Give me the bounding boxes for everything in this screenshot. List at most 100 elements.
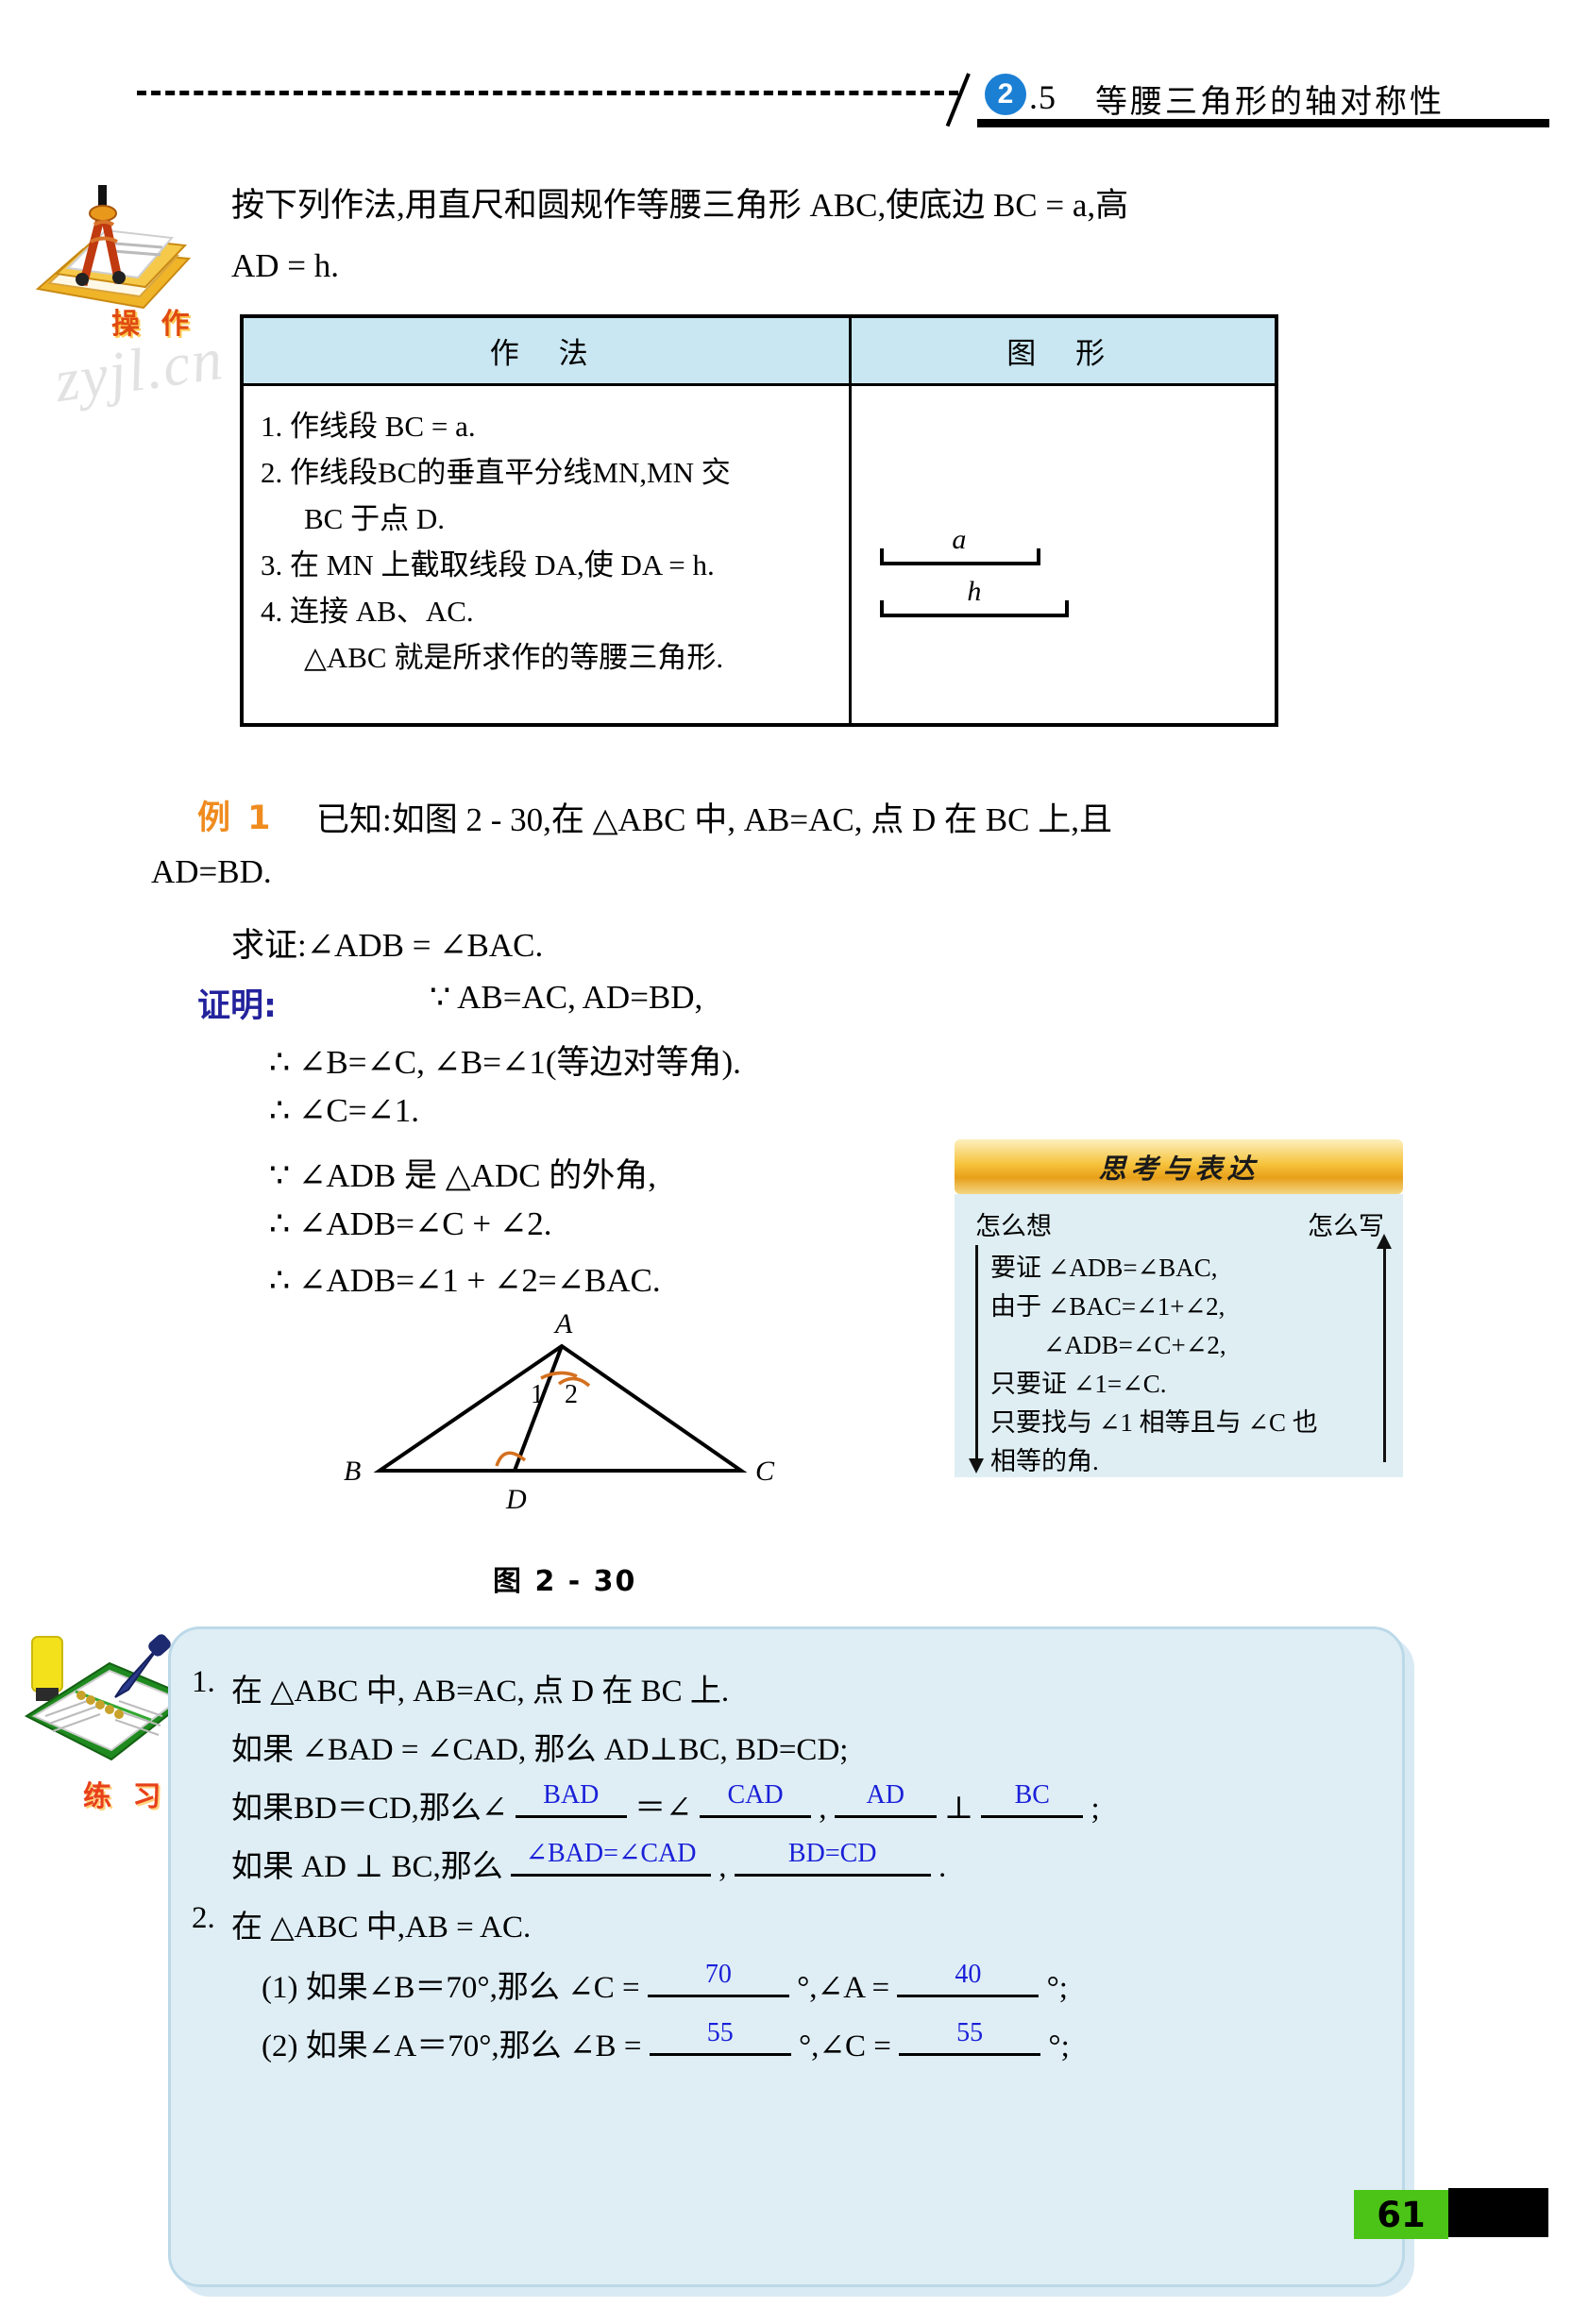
q1-l4-end: . (938, 1850, 947, 1884)
practice-q1-line-4: 如果 AD ⊥ BC,那么 ∠BAD=∠CAD , BD=CD . (231, 1839, 947, 1886)
q2-s1-pre: (1) 如果∠B＝70°,那么 ∠C = (262, 1971, 640, 2005)
q2-blank-2[interactable]: 40 (897, 1960, 1040, 1997)
table-header-row: 作 法 图 形 (244, 318, 1275, 386)
table-body-row: 1. 作线段 BC = a. 2. 作线段BC的垂直平分线MN,MN 交 BC … (244, 386, 1275, 724)
q1-l3-mid3: ⊥ (944, 1792, 974, 1826)
construction-step-4: 4. 连接 AB、AC. (261, 595, 474, 628)
q1-l3-mid1: ＝∠ (634, 1792, 692, 1826)
section-title: 等腰三角形的轴对称性 (1095, 83, 1445, 121)
practice-q2-number: 2. (192, 1901, 215, 1935)
proof-line-3: ∴ ∠C=∠1. (269, 1092, 420, 1129)
thought-box-columns: 怎么想 怎么写 (970, 1204, 1390, 1246)
construction-table: 作 法 图 形 1. 作线段 BC = a. 2. 作线段BC的垂直平分线MN,… (240, 314, 1278, 727)
proof-tag: 证明: (197, 987, 277, 1025)
q2-blank-1[interactable]: 70 (647, 1960, 789, 1997)
textbook-page: 2 .5 等腰三角形的轴对称性 操 作 zyjl.cn 按下列作法,用直尺和圆规… (0, 0, 1589, 2324)
watermark: zyjl.cn (50, 324, 228, 415)
segment-h: h (880, 576, 1070, 617)
segment-h-label: h (967, 576, 982, 607)
q2-answer-1: 70 (704, 1960, 732, 1989)
q2-blank-4[interactable]: 55 (899, 2018, 1041, 2056)
segment-a: a (880, 524, 1041, 565)
thought-col-right-label: 怎么写 (1308, 1212, 1384, 1240)
q1-blank-2[interactable]: CAD (700, 1780, 811, 1818)
construction-step-1: 1. 作线段 BC = a. (261, 410, 476, 443)
thought-line-2: 由于 ∠BAC=∠1+∠2, (990, 1292, 1226, 1321)
example-line-2: AD=BD. (151, 853, 272, 890)
q2-answer-3: 55 (706, 2018, 734, 2047)
thought-line-1: 要证 ∠ADB=∠BAC, (990, 1254, 1218, 1282)
practice-label: 练 习 (83, 1780, 167, 1813)
construction-conclusion: △ABC 就是所求作的等腰三角形. (304, 641, 724, 674)
q1-blank-1[interactable]: BAD (515, 1780, 627, 1818)
thought-line-6: 相等的角. (990, 1447, 1099, 1475)
thought-line-4: 只要证 ∠1=∠C. (990, 1370, 1167, 1398)
thought-box-title: 思考与表达 (955, 1139, 1403, 1194)
svg-text:C: C (755, 1456, 775, 1487)
practice-q1-number: 1. (192, 1665, 215, 1699)
svg-text:D: D (505, 1484, 527, 1515)
q2-answer-4: 55 (956, 2018, 984, 2047)
q1-answer-1: BAD (543, 1780, 600, 1810)
svg-text:1: 1 (531, 1380, 544, 1409)
practice-q1-line-2: 如果 ∠BAD = ∠CAD, 那么 AD⊥BC, BD=CD; (231, 1733, 849, 1767)
proof-goal: 求证:∠ADB = ∠BAC. (231, 927, 544, 964)
q1-answer-4: BC (1014, 1780, 1050, 1810)
header-dashed-rule (137, 91, 958, 95)
figure-2-30: A B C D 1 2 (312, 1301, 840, 1584)
example-line-1: 已知:如图 2 - 30,在 △ABC 中, AB=AC, 点 D 在 BC 上… (316, 801, 1112, 838)
thought-col-left-label: 怎么想 (975, 1212, 1052, 1240)
q1-blank-5[interactable]: ∠BAD=∠CAD (510, 1839, 711, 1877)
page-number: 61 (1354, 2190, 1448, 2239)
q2-s1-end: °; (1046, 1971, 1068, 2005)
thought-line-3: ∠ADB=∠C+∠2, (1043, 1331, 1226, 1359)
q1-blank-4[interactable]: BC (981, 1780, 1084, 1818)
q1-answer-2: CAD (727, 1780, 784, 1810)
svg-text:2: 2 (565, 1380, 578, 1409)
intro-line-2: AD = h. (231, 247, 340, 284)
q1-blank-6[interactable]: BD=CD (734, 1839, 931, 1877)
practice-q2-sub-2: (2) 如果∠A＝70°,那么 ∠B = 55 °,∠C = 55 °; (262, 2018, 1070, 2065)
example-tag: 例 1 (197, 800, 274, 837)
thought-box: 思考与表达 怎么想 怎么写 要证 ∠ADB=∠BAC, 由于 ∠BAC=∠1+∠… (955, 1139, 1403, 1477)
practice-box: 1. 在 △ABC 中, AB=AC, 点 D 在 BC 上. 如果 ∠BAD … (168, 1626, 1405, 2287)
down-arrow-icon (969, 1245, 984, 1474)
thought-box-body: 怎么想 怎么写 要证 ∠ADB=∠BAC, 由于 ∠BAC=∠1+∠2, ∠AD… (955, 1194, 1403, 1477)
q2-s2-pre: (2) 如果∠A＝70°,那么 ∠B = (262, 2029, 642, 2063)
table-header-method: 作 法 (244, 318, 853, 383)
q2-blank-3[interactable]: 55 (649, 2018, 791, 2056)
q1-l3-end: ; (1090, 1792, 1100, 1826)
thought-box-text: 要证 ∠ADB=∠BAC, 由于 ∠BAC=∠1+∠2, ∠ADB=∠C+∠2,… (990, 1249, 1318, 1481)
section-number: .5 (1029, 78, 1057, 116)
up-arrow-icon (1377, 1234, 1392, 1462)
q1-l3-pre: 如果BD＝CD,那么∠ (231, 1792, 508, 1826)
construction-step-2: 2. 作线段BC的垂直平分线MN,MN 交 (261, 456, 731, 489)
proof-line-1: ∵ AB=AC, AD=BD, (430, 979, 703, 1016)
proof-line-6: ∴ ∠ADB=∠1 + ∠2=∠BAC. (269, 1262, 661, 1299)
q1-l4-mid: , (718, 1850, 727, 1884)
q1-answer-3: AD (866, 1780, 904, 1810)
q1-answer-6: BD=CD (787, 1839, 877, 1868)
practice-q1-line-3: 如果BD＝CD,那么∠ BAD ＝∠ CAD , AD ⊥ BC ; (231, 1780, 1100, 1827)
practice-q1-line-1: 在 △ABC 中, AB=AC, 点 D 在 BC 上. (231, 1675, 730, 1709)
svg-text:A: A (553, 1308, 573, 1339)
segment-a-label: a (952, 524, 967, 555)
q1-l4-pre: 如果 AD ⊥ BC,那么 (231, 1850, 503, 1884)
thought-line-5: 只要找与 ∠1 相等且与 ∠C 也 (990, 1408, 1318, 1437)
page-header: 2 .5 等腰三角形的轴对称性 (0, 38, 1589, 127)
chapter-badge: 2 (985, 74, 1026, 115)
q1-l3-mid2: , (819, 1792, 827, 1826)
figure-caption: 图 2 - 30 (493, 1565, 637, 1598)
table-cell-figure: a h (852, 386, 1275, 724)
page-number-block-decoration (1448, 2188, 1548, 2237)
table-header-figure: 图 形 (1006, 337, 1121, 371)
q2-answer-2: 40 (955, 1960, 982, 1989)
proof-line-2: ∴ ∠B=∠C, ∠B=∠1(等边对等角). (269, 1044, 741, 1081)
proof-line-4: ∵ ∠ADB 是 △ADC 的外角, (269, 1157, 657, 1194)
practice-q2-sub-1: (1) 如果∠B＝70°,那么 ∠C = 70 °,∠A = 40 °; (262, 1960, 1068, 2007)
proof-line-5: ∴ ∠ADB=∠C + ∠2. (269, 1205, 552, 1242)
q2-s2-mid: °,∠C = (798, 2029, 891, 2063)
practice-q2-line-1: 在 △ABC 中,AB = AC. (231, 1911, 532, 1945)
q1-blank-3[interactable]: AD (834, 1780, 937, 1818)
svg-text:B: B (344, 1456, 361, 1487)
